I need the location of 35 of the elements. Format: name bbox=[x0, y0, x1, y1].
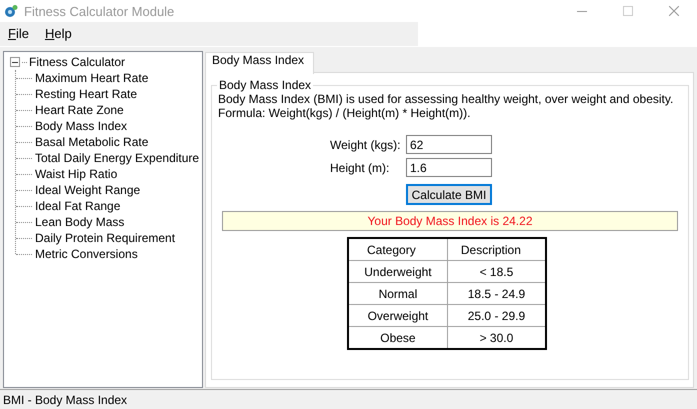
tree-item[interactable]: Daily Protein Requirement bbox=[33, 231, 178, 245]
column-header: Category bbox=[348, 238, 448, 260]
tree-item[interactable]: Ideal Weight Range bbox=[33, 183, 142, 197]
tree-item[interactable]: Maximum Heart Rate bbox=[33, 71, 150, 85]
calculate-button[interactable]: Calculate BMI bbox=[406, 184, 492, 205]
tree-item[interactable]: Resting Heart Rate bbox=[33, 87, 140, 101]
tree-item[interactable]: Total Daily Energy Expenditure bbox=[33, 151, 202, 165]
collapse-icon[interactable] bbox=[10, 57, 20, 67]
result-text: Your Body Mass Index is 24.22 bbox=[222, 211, 678, 231]
tree-item[interactable]: Basal Metabolic Rate bbox=[33, 135, 150, 149]
close-icon[interactable] bbox=[669, 6, 679, 16]
tree-item[interactable]: Lean Body Mass bbox=[33, 215, 126, 229]
tree-item[interactable]: Waist Hip Ratio bbox=[33, 167, 120, 181]
tree-item[interactable]: Heart Rate Zone bbox=[33, 103, 126, 117]
status-text: BMI - Body Mass Index bbox=[3, 392, 128, 406]
description-text: Body Mass Index (BMI) is used for assessing healthy weight, over weight and obesity. bbox=[218, 93, 674, 106]
gear-icon bbox=[4, 4, 18, 18]
field-label: Height (m): bbox=[330, 160, 390, 174]
tree-item[interactable]: Ideal Fat Range bbox=[33, 199, 122, 213]
maximize-icon[interactable] bbox=[623, 6, 633, 16]
input-field[interactable]: 62 bbox=[406, 135, 492, 154]
tree-item[interactable]: Metric Conversions bbox=[33, 247, 140, 261]
field-label: Weight (kgs): bbox=[330, 138, 402, 152]
tree-item[interactable]: Body Mass Index bbox=[33, 119, 130, 133]
window-title: Fitness Calculator Module bbox=[24, 4, 176, 18]
table-cell: Underweight bbox=[348, 260, 448, 282]
menu-item[interactable]: Help bbox=[38, 22, 80, 46]
input-field[interactable]: 1.6 bbox=[406, 158, 492, 177]
tree-item[interactable]: Fitness Calculator bbox=[27, 55, 128, 69]
table-cell: Normal bbox=[348, 282, 448, 304]
formula-text: Formula: Weight(kgs) / (Height(m) * Height(m)). bbox=[218, 107, 470, 120]
menu-item[interactable]: File bbox=[2, 22, 37, 46]
tab[interactable]: Body Mass Index bbox=[205, 52, 314, 74]
group-title: Body Mass Index bbox=[218, 78, 312, 92]
table-cell: Overweight bbox=[348, 304, 448, 326]
